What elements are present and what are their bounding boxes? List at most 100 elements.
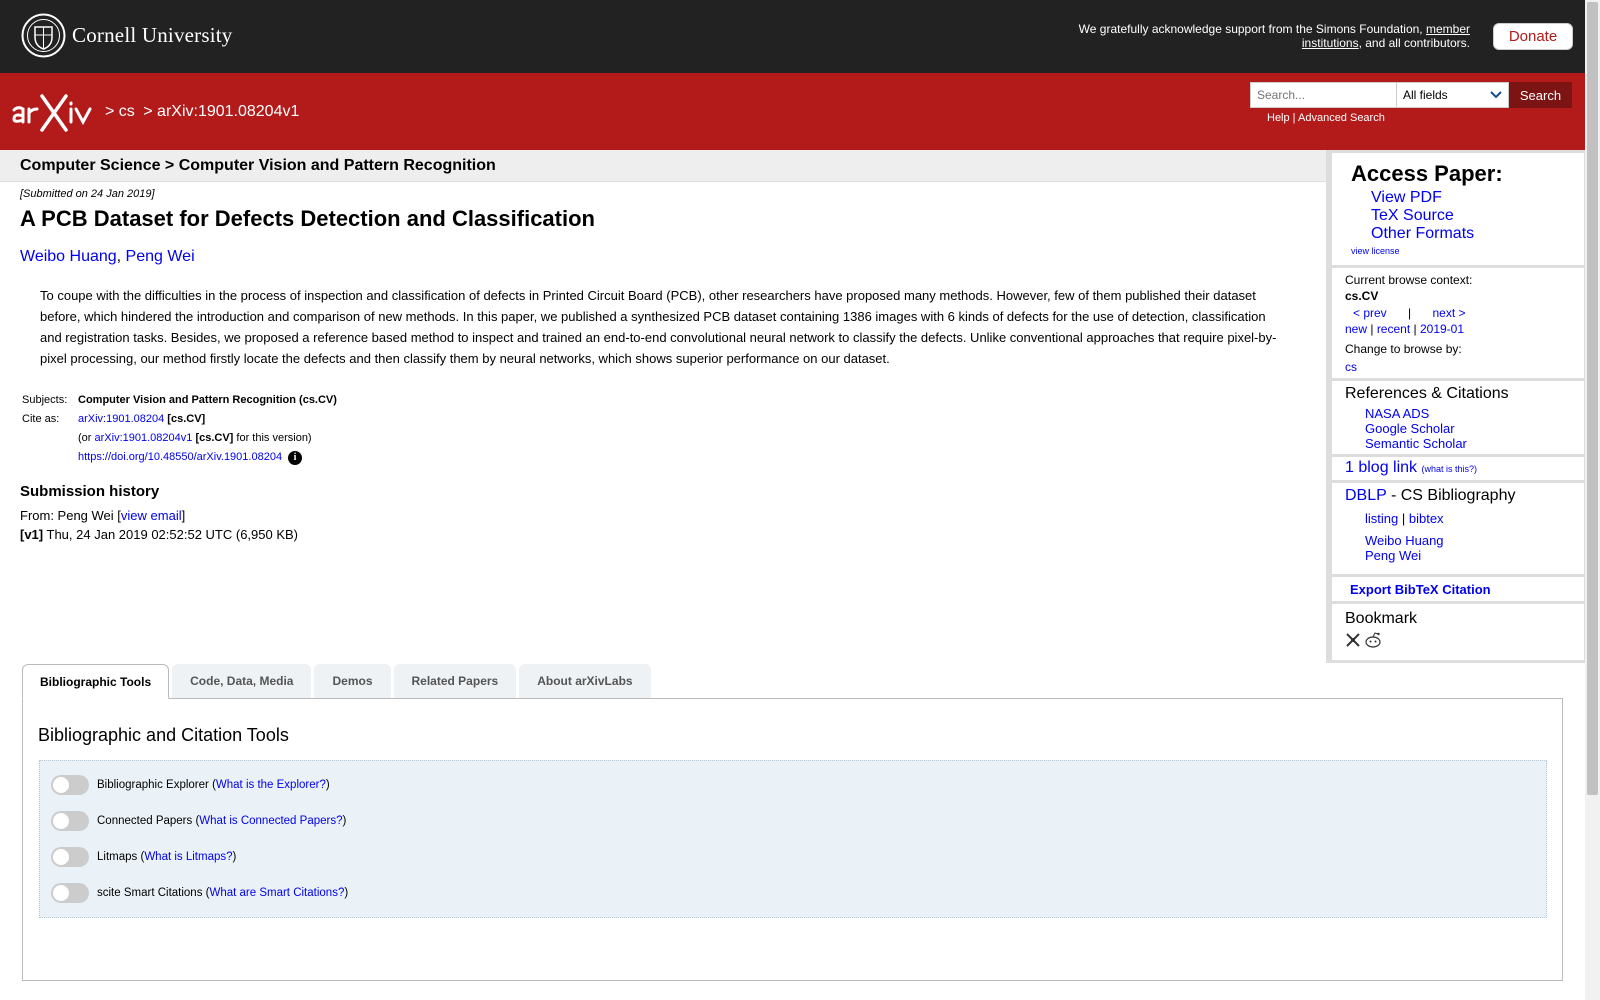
tools-list: Bibliographic Explorer (What is the Expl… (39, 760, 1547, 918)
search-field-select[interactable]: All fields (1396, 82, 1509, 108)
blog-what-link[interactable]: (what is this?) (1422, 464, 1478, 474)
google-scholar-link[interactable]: Google Scholar (1365, 421, 1584, 436)
dblp-listing-link[interactable]: listing (1365, 511, 1398, 526)
chevron-down-icon (1490, 91, 1502, 99)
tab-demos[interactable]: Demos (314, 664, 391, 698)
doi-link[interactable]: https://doi.org/10.48550/arXiv.1901.0820… (78, 451, 282, 463)
breadcrumb: > cs > arXiv:1901.08204v1 (105, 103, 303, 121)
from-suffix: ] (181, 508, 186, 523)
bookmark-title: Bookmark (1345, 610, 1418, 627)
recent-link[interactable]: recent (1377, 322, 1410, 336)
view-license-link[interactable]: view license (1351, 246, 1584, 256)
browse-time-links: new | recent | 2019-01 (1345, 322, 1465, 336)
export-bibtex-link[interactable]: Export BibTeX Citation (1350, 582, 1491, 597)
dblp-bibtex-link[interactable]: bibtex (1409, 511, 1444, 526)
cornell-seal-icon (21, 13, 66, 58)
donate-button[interactable]: Donate (1493, 23, 1573, 50)
tool-info-link[interactable]: What is the Explorer? (216, 779, 326, 791)
breadcrumb-cs[interactable]: > cs (105, 103, 135, 120)
browse-cs-link[interactable]: cs (1345, 359, 1584, 375)
cite-version-link[interactable]: arXiv:1901.08204v1 (95, 432, 193, 444)
cornell-header: Cornell University We gratefully acknowl… (0, 0, 1585, 73)
semantic-scholar-link[interactable]: Semantic Scholar (1365, 436, 1584, 451)
new-link[interactable]: new (1345, 322, 1367, 336)
view-email-link[interactable]: view email (121, 508, 182, 523)
subject-header-text: Computer Science > Computer Vision and P… (20, 157, 496, 174)
bibliographic-explorer-toggle[interactable] (51, 775, 89, 795)
arxiv-logo-icon[interactable] (10, 92, 100, 132)
subject-header: Computer Science > Computer Vision and P… (0, 150, 1326, 182)
tool-info-link[interactable]: What is Connected Papers? (199, 815, 342, 827)
paper-metadata: Subjects: Computer Vision and Pattern Re… (20, 391, 339, 467)
blog-box: 1 blog link (what is this?) (1332, 457, 1584, 480)
support-acknowledgement: We gratefully acknowledge support from t… (1050, 22, 1470, 50)
search-button[interactable]: Search (1509, 82, 1572, 108)
from-prefix: From: Peng Wei [ (20, 508, 121, 523)
submission-version: [v1] Thu, 24 Jan 2019 02:52:52 UTC (6,95… (20, 527, 298, 542)
month-link[interactable]: 2019-01 (1420, 322, 1464, 336)
search-field-value: All fields (1403, 88, 1448, 102)
prev-link[interactable]: < prev (1353, 306, 1387, 320)
bibsonomy-icon[interactable] (1345, 632, 1361, 648)
access-paper-title: Access Paper: (1351, 161, 1503, 186)
scite-toggle[interactable] (51, 883, 89, 903)
tab-about-arxivlabs[interactable]: About arXivLabs (519, 664, 651, 698)
references-title: References & Citations (1345, 385, 1509, 402)
author-link[interactable]: Peng Wei (126, 248, 195, 265)
cite-label: Cite as: (22, 413, 60, 425)
references-box: References & Citations NASA ADS Google S… (1332, 381, 1584, 454)
scrollbar-thumb[interactable] (1587, 2, 1598, 795)
cite-category: [cs.CV] (167, 413, 206, 425)
tool-info-link[interactable]: What are Smart Citations? (209, 887, 344, 899)
view-pdf-link[interactable]: View PDF (1371, 189, 1584, 207)
bibliographic-tools-panel: Bibliographic and Citation Tools Bibliog… (22, 698, 1563, 981)
other-formats-link[interactable]: Other Formats (1371, 225, 1584, 243)
tool-item: Litmaps (What is Litmaps?) (51, 847, 236, 867)
panel-title: Bibliographic and Citation Tools (38, 725, 289, 745)
reddit-icon[interactable] (1364, 632, 1382, 648)
support-suffix: , and all contributors. (1358, 36, 1470, 50)
bookmark-box: Bookmark (1332, 604, 1584, 660)
dblp-author-link[interactable]: Weibo Huang (1365, 533, 1584, 548)
dblp-author-link[interactable]: Peng Wei (1365, 548, 1584, 563)
next-link[interactable]: next > (1433, 306, 1466, 320)
tool-info-link[interactable]: What is Litmaps? (144, 851, 232, 863)
tex-source-link[interactable]: TeX Source (1371, 207, 1584, 225)
tab-bibliographic-tools[interactable]: Bibliographic Tools (22, 664, 170, 699)
dblp-link[interactable]: DBLP (1345, 487, 1387, 504)
tab-code-data-media[interactable]: Code, Data, Media (172, 664, 312, 698)
author-link[interactable]: Weibo Huang (20, 248, 117, 265)
right-sidebar: Access Paper: View PDF TeX Source Other … (1326, 150, 1585, 663)
tool-label: Litmaps (97, 851, 138, 863)
arxiv-header: > cs > arXiv:1901.08204v1 All fields Sea… (0, 73, 1585, 150)
submission-history-title: Submission history (20, 483, 160, 500)
page-scrollbar[interactable] (1585, 0, 1600, 1000)
help-link[interactable]: Help (1267, 112, 1290, 124)
breadcrumb-paper-id[interactable]: > arXiv:1901.08204v1 (143, 103, 299, 120)
info-icon[interactable]: i (288, 451, 303, 465)
paper-title: A PCB Dataset for Defects Detection and … (20, 206, 595, 231)
tool-label: scite Smart Citations (97, 887, 203, 899)
tool-item: scite Smart Citations (What are Smart Ci… (51, 883, 348, 903)
cornell-logo[interactable]: Cornell University (21, 13, 233, 58)
nav-separator: | (1408, 306, 1412, 320)
tool-item: Connected Papers (What is Connected Pape… (51, 811, 346, 831)
blog-link[interactable]: 1 blog link (1345, 459, 1417, 476)
cornell-wordmark: Cornell University (72, 23, 233, 47)
cite-version-category: [cs.CV] (195, 432, 234, 444)
subjects-label: Subjects: (22, 394, 68, 406)
connected-papers-toggle[interactable] (51, 811, 89, 831)
support-prefix: We gratefully acknowledge support from t… (1078, 22, 1423, 36)
dblp-suffix: - CS Bibliography (1386, 487, 1516, 504)
cite-or: (or (78, 432, 92, 444)
tab-related-papers[interactable]: Related Papers (393, 664, 517, 698)
search-input[interactable] (1250, 82, 1396, 108)
nasa-ads-link[interactable]: NASA ADS (1365, 406, 1584, 421)
cite-id-link[interactable]: arXiv:1901.08204 (78, 413, 164, 425)
litmaps-toggle[interactable] (51, 847, 89, 867)
labs-tabs: Bibliographic Tools Code, Data, Media De… (22, 664, 651, 700)
paper-abstract: To coupe with the difficulties in the pr… (40, 288, 1277, 366)
version-label: [v1] (20, 527, 44, 542)
advanced-search-link[interactable]: Advanced Search (1298, 112, 1385, 124)
tool-label: Bibliographic Explorer (97, 779, 209, 791)
